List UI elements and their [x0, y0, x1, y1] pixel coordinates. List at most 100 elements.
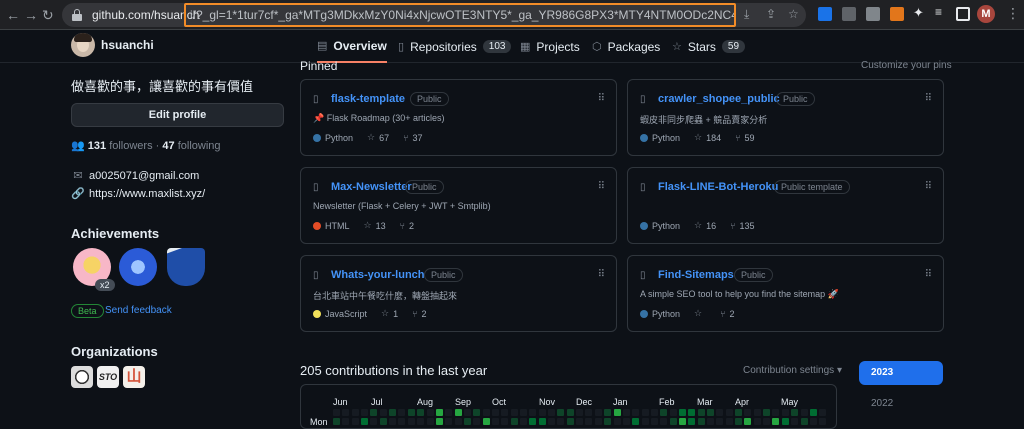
contribution-cell[interactable] [632, 409, 640, 416]
forks-link[interactable]: ⑂ 135 [730, 221, 754, 231]
reload-icon[interactable]: ↻ [42, 7, 54, 23]
contribution-cell[interactable] [557, 418, 565, 425]
contribution-cell[interactable] [529, 418, 537, 425]
contribution-cell[interactable] [389, 418, 397, 425]
contribution-cell[interactable] [407, 409, 415, 416]
forward-icon[interactable]: → [24, 7, 38, 23]
contribution-cell[interactable] [669, 418, 677, 425]
contribution-cell[interactable] [697, 418, 705, 425]
username[interactable]: hsuanchi [101, 38, 154, 52]
contribution-cell[interactable] [548, 409, 556, 416]
contribution-cell[interactable] [791, 418, 799, 425]
achievement-badge[interactable] [119, 248, 157, 286]
org-avatar[interactable]: STO [97, 366, 119, 388]
contribution-cell[interactable] [333, 418, 340, 425]
contribution-cell[interactable] [772, 409, 780, 416]
customize-pins-link[interactable]: Customize your pins [861, 60, 952, 71]
contribution-cell[interactable] [781, 418, 789, 425]
followers-label[interactable]: followers [109, 140, 152, 152]
contribution-cell[interactable] [772, 418, 780, 425]
contribution-cell[interactable] [501, 409, 509, 416]
contribution-cell[interactable] [613, 418, 621, 425]
contribution-cell[interactable] [809, 418, 817, 425]
contribution-cell[interactable] [819, 418, 827, 425]
contribution-cell[interactable] [351, 418, 359, 425]
drag-handle-icon[interactable]: ⠿ [598, 181, 605, 192]
achievement-badge[interactable] [167, 248, 205, 286]
contribution-cell[interactable] [791, 409, 799, 416]
contribution-cell[interactable] [463, 409, 471, 416]
address-bar[interactable]: github.com/hsuanch i/?_gl=1*1tur7cf*_ga*… [62, 3, 806, 27]
org-avatar[interactable] [71, 366, 93, 388]
contribution-cell[interactable] [585, 409, 593, 416]
contribution-cell[interactable] [660, 418, 668, 425]
forks-link[interactable]: ⑂ 2 [400, 221, 414, 231]
contribution-cell[interactable] [800, 418, 808, 425]
following-label[interactable]: following [178, 140, 221, 152]
contribution-cell[interactable] [688, 409, 696, 416]
forks-link[interactable]: ⑂ 59 [735, 133, 754, 143]
stars-link[interactable]: ☆ 16 [694, 220, 716, 231]
contribution-cell[interactable] [435, 409, 443, 416]
side-panel-icon[interactable] [956, 7, 970, 21]
contribution-cell[interactable] [819, 409, 827, 416]
contribution-cell[interactable] [622, 409, 630, 416]
contribution-cell[interactable] [520, 418, 527, 425]
contribution-cell[interactable] [510, 409, 518, 416]
contribution-cell[interactable] [660, 409, 668, 416]
contribution-cell[interactable] [632, 418, 640, 425]
install-icon[interactable]: ⤓ [744, 7, 749, 22]
browser-profile-avatar[interactable]: M [977, 5, 995, 23]
contribution-cell[interactable] [707, 409, 714, 416]
drag-handle-icon[interactable]: ⠿ [598, 269, 605, 280]
contribution-cell[interactable] [417, 409, 425, 416]
repo-name-link[interactable]: crawler_shopee_public [658, 93, 780, 105]
contribution-cell[interactable] [435, 418, 443, 425]
repo-name-link[interactable]: Flask-LINE-Bot-Heroku [658, 181, 778, 193]
contribution-cell[interactable] [454, 418, 462, 425]
org-avatar[interactable]: 山 [123, 366, 145, 388]
contribution-cell[interactable] [678, 418, 686, 425]
contribution-cell[interactable] [342, 409, 350, 416]
tab-stars[interactable]: ☆ Stars 59 [672, 30, 746, 63]
repo-name-link[interactable]: flask-template [331, 93, 405, 105]
puzzle-icon[interactable]: ✦ [913, 5, 927, 20]
contribution-cell[interactable] [716, 409, 724, 416]
stars-link[interactable]: ☆ 67 [367, 132, 389, 143]
contribution-cell[interactable] [361, 418, 369, 425]
contribution-cell[interactable] [426, 409, 434, 416]
url-highlighted-query[interactable]: i/?_gl=1*1tur7cf*_ga*MTg3MDkxMzY0Ni4xNjc… [184, 3, 736, 27]
contribution-cell[interactable] [351, 409, 359, 416]
contribution-cell[interactable] [576, 418, 584, 425]
contribution-cell[interactable] [566, 409, 574, 416]
stars-link[interactable]: ☆ 13 [364, 220, 386, 231]
forks-link[interactable]: ⑂ 2 [412, 309, 426, 319]
contribution-cell[interactable] [800, 409, 808, 416]
menu-icon[interactable]: ⋮ [1006, 6, 1020, 20]
contribution-cell[interactable] [650, 409, 658, 416]
stars-link[interactable]: ☆ [694, 308, 706, 319]
contribution-cell[interactable] [473, 409, 481, 416]
contribution-cell[interactable] [491, 418, 499, 425]
contribution-cell[interactable] [576, 409, 584, 416]
contribution-cell[interactable] [725, 418, 733, 425]
bookmark-star-icon[interactable]: ☆ [788, 7, 799, 21]
contribution-cell[interactable] [445, 409, 453, 416]
contribution-cell[interactable] [491, 409, 499, 416]
email-link[interactable]: a0025071@gmail.com [89, 170, 199, 182]
contribution-cell[interactable] [735, 409, 743, 416]
contribution-cell[interactable] [753, 409, 761, 416]
contribution-cell[interactable] [398, 418, 406, 425]
contribution-cell[interactable] [557, 409, 565, 416]
contribution-cell[interactable] [379, 409, 387, 416]
contribution-cell[interactable] [566, 418, 574, 425]
forks-link[interactable]: ⑂ 37 [403, 133, 422, 143]
drag-handle-icon[interactable]: ⠿ [925, 93, 932, 104]
contribution-cell[interactable] [342, 418, 350, 425]
repo-name-link[interactable]: Max-Newsletter [331, 181, 412, 193]
back-icon[interactable]: ← [6, 7, 20, 23]
contribution-cell[interactable] [697, 409, 705, 416]
contribution-cell[interactable] [333, 409, 340, 416]
contribution-cell[interactable] [809, 409, 817, 416]
metamask-icon[interactable] [890, 7, 904, 21]
